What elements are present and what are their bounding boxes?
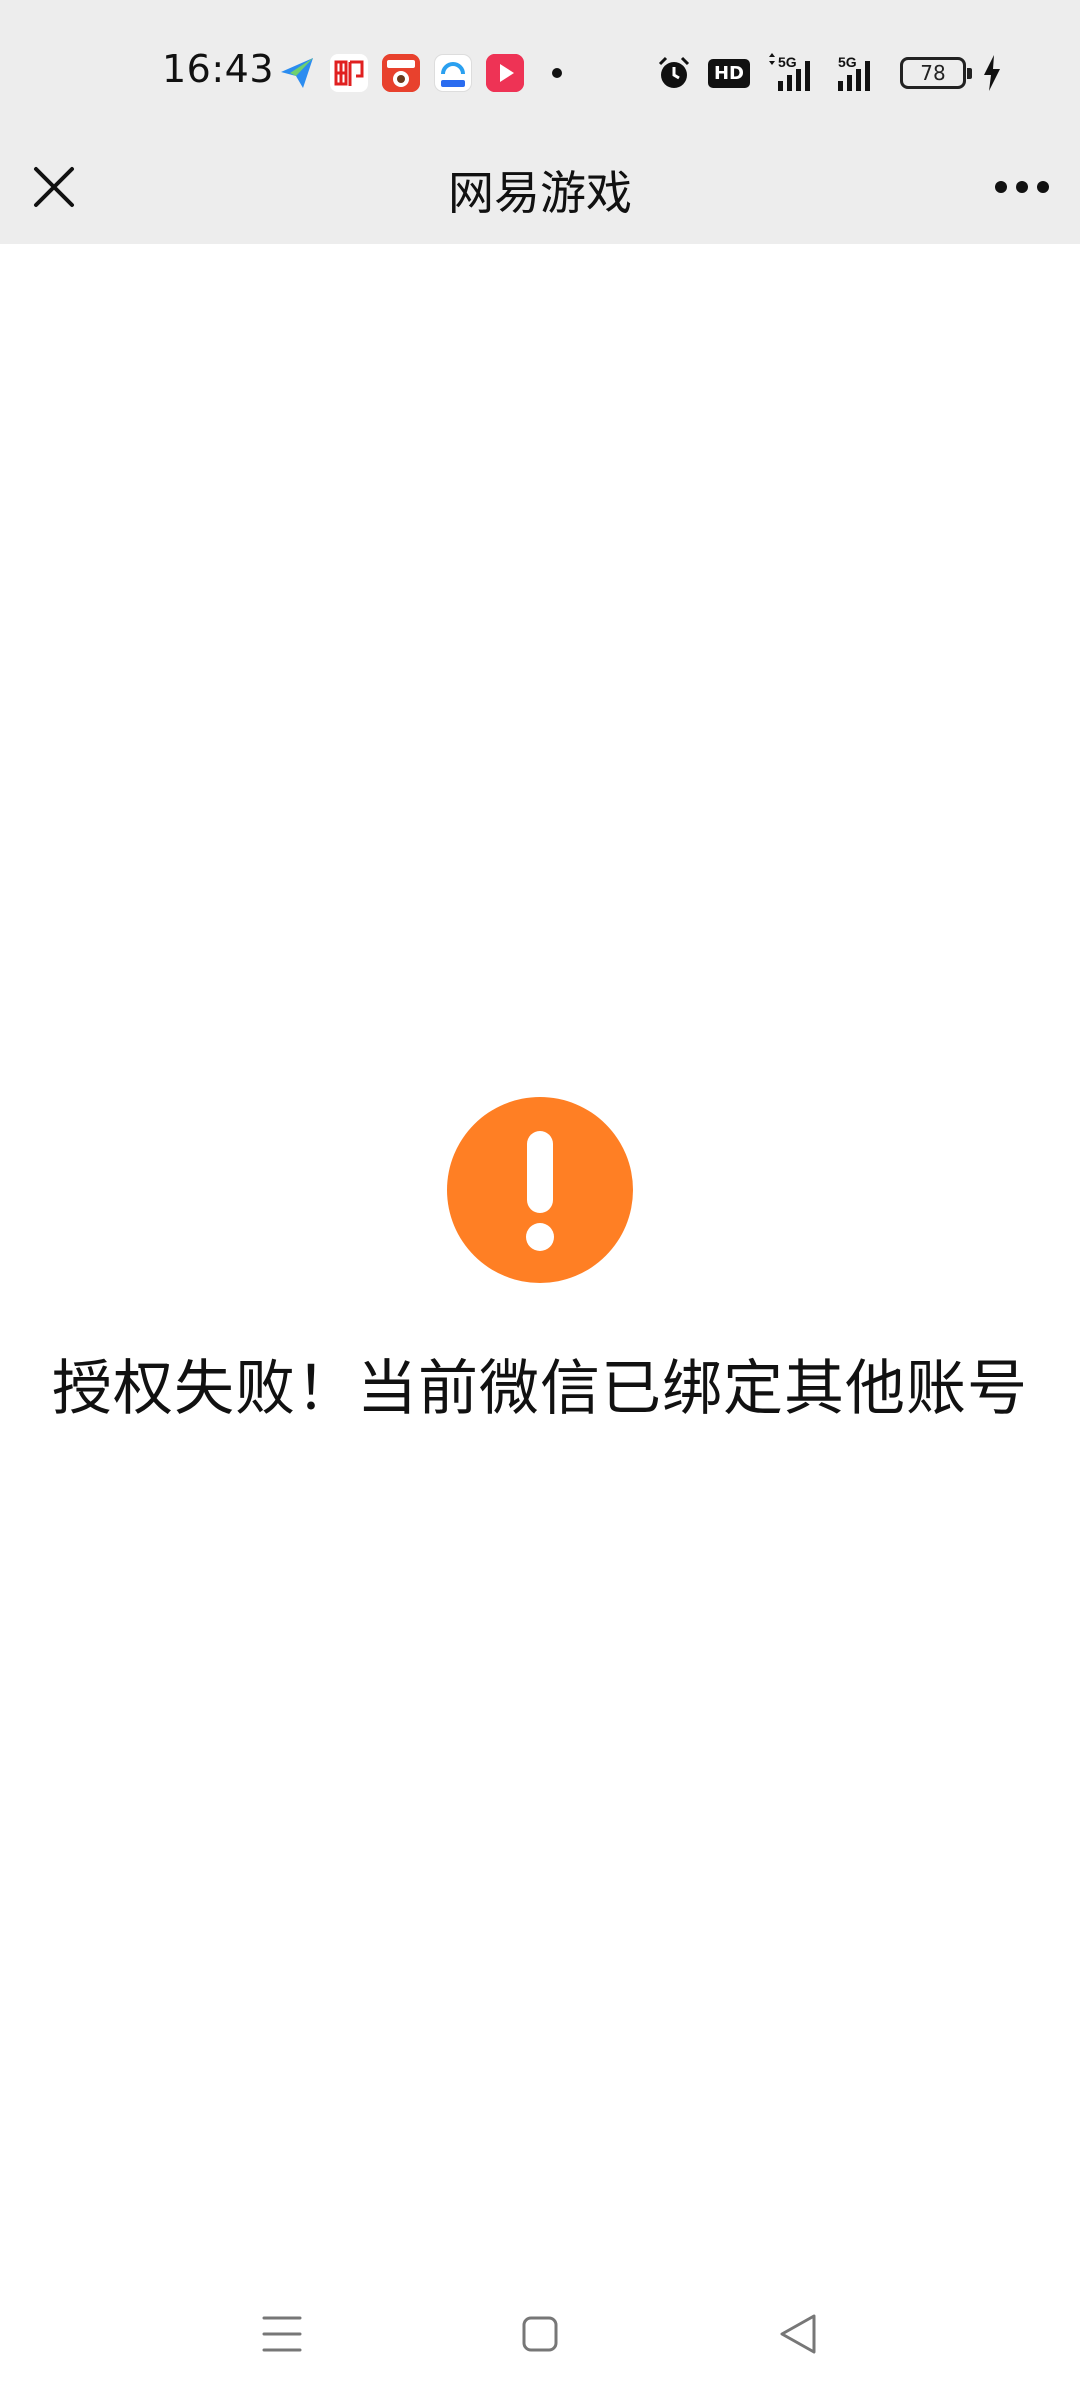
status-time: 16:43 — [162, 47, 275, 91]
home-square-icon — [522, 2316, 558, 2352]
svg-text:5G: 5G — [778, 54, 797, 70]
battery-level: 78 — [920, 61, 946, 85]
browser-app-icon — [434, 54, 472, 92]
home-button[interactable] — [500, 2294, 580, 2378]
svg-text:5G: 5G — [838, 54, 857, 70]
more-dots-icon — [995, 181, 1049, 193]
battery-indicator: 78 — [900, 57, 972, 89]
more-options-button[interactable] — [986, 155, 1058, 219]
paper-plane-icon — [278, 54, 316, 92]
notification-icons — [278, 52, 562, 94]
alarm-icon — [656, 55, 692, 91]
screen: 16:43 HD 5G 5G 78 网易游戏 授权失败！当前微信已绑定其他账号 — [0, 0, 1080, 2400]
back-triangle-icon — [780, 2314, 816, 2354]
back-button[interactable] — [758, 2294, 838, 2378]
hd-voice-icon: HD — [707, 58, 750, 88]
system-icons: HD 5G 5G 78 — [656, 52, 1002, 94]
page-title: 网易游戏 — [448, 166, 632, 220]
menu-lines-icon — [262, 2316, 302, 2352]
status-bar: 16:43 HD 5G 5G 78 — [0, 0, 1080, 145]
warning-icon — [447, 1097, 633, 1283]
mail-app-icon — [330, 54, 368, 92]
recent-apps-button[interactable] — [242, 2294, 322, 2378]
top-bar: 16:43 HD 5G 5G 78 网易游戏 — [0, 0, 1080, 244]
more-notifications-dot — [552, 68, 562, 78]
video-app-icon — [486, 54, 524, 92]
title-bar: 网易游戏 — [0, 145, 1080, 244]
charging-bolt-icon — [982, 55, 1002, 91]
signal-5g-icon-1: 5G — [766, 53, 820, 93]
signal-5g-icon-2: 5G — [836, 53, 884, 93]
food-delivery-app-icon — [382, 54, 420, 92]
error-message: 授权失败！当前微信已绑定其他账号 — [52, 1354, 1028, 1424]
